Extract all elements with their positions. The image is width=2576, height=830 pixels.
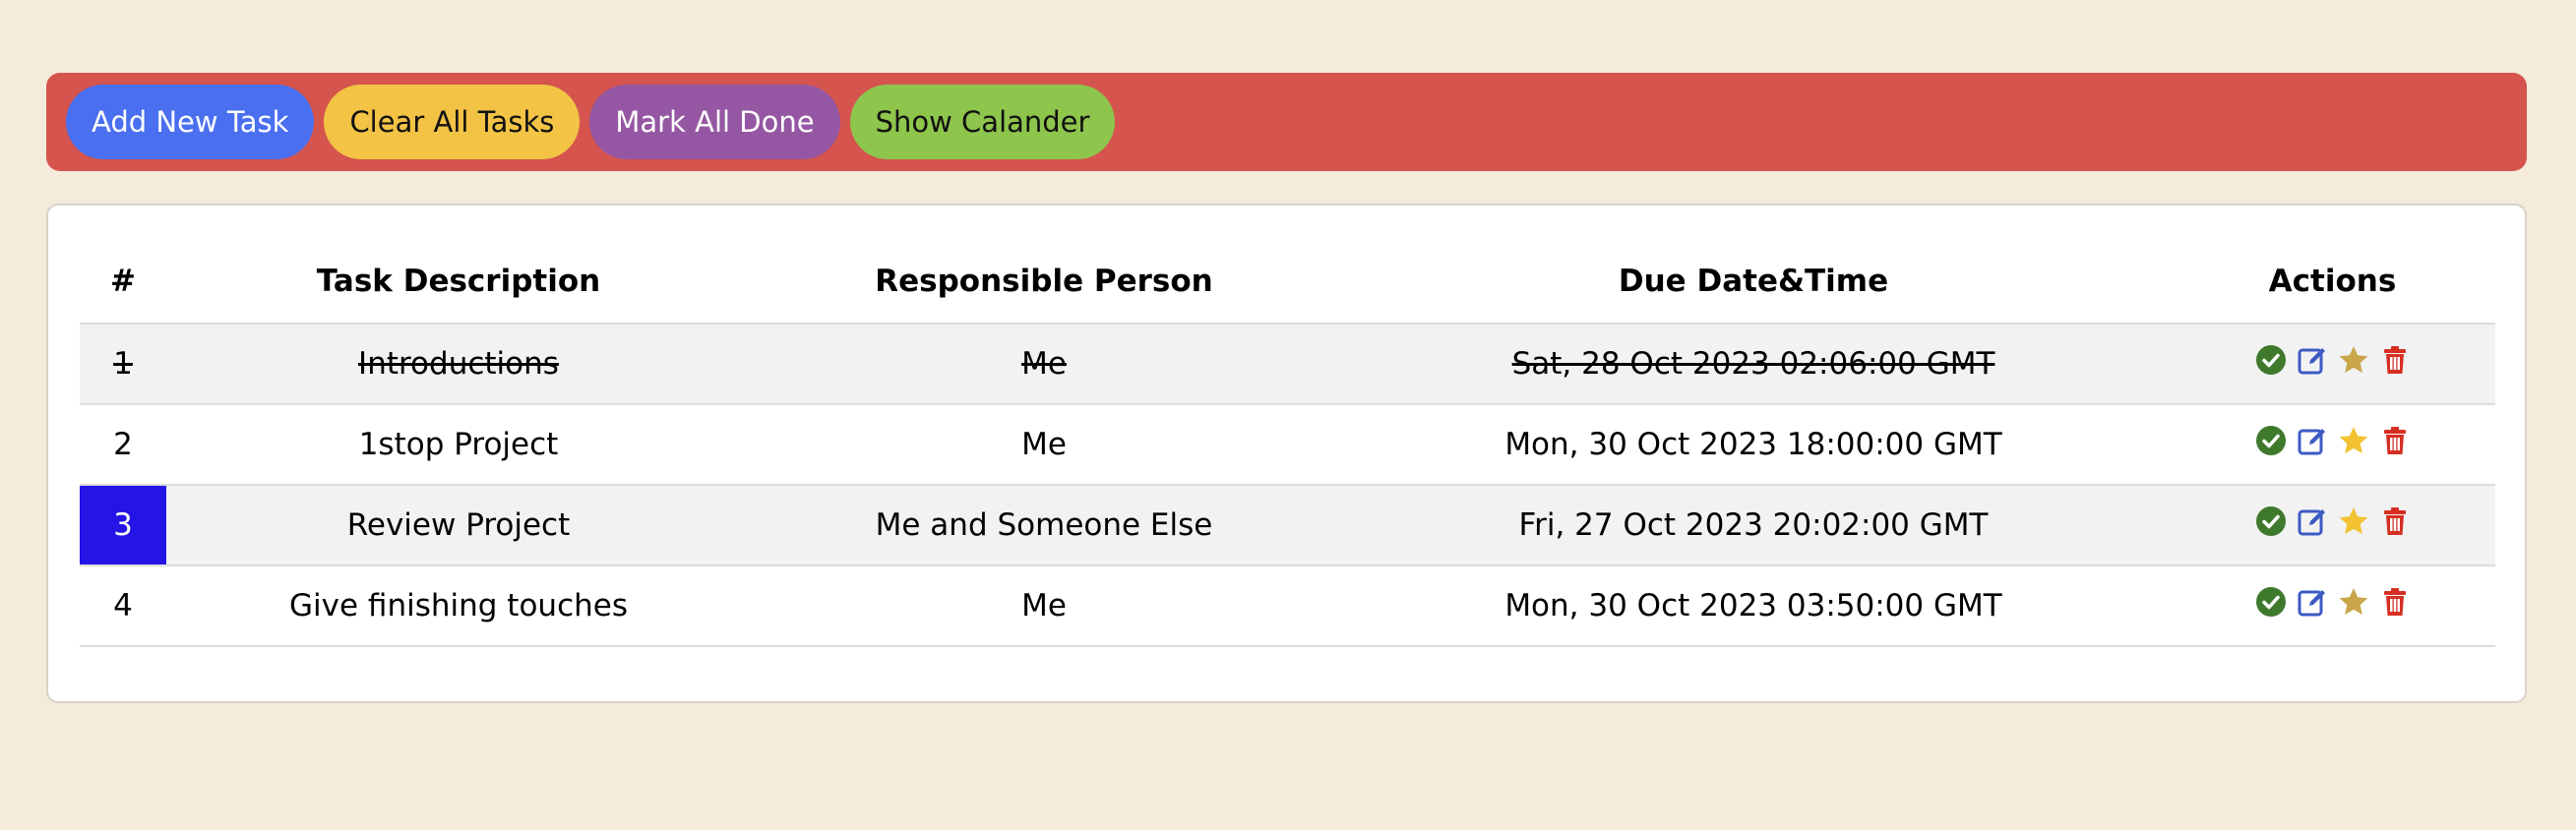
action-icons xyxy=(2255,425,2411,456)
trash-icon[interactable] xyxy=(2379,344,2411,376)
row-actions xyxy=(2170,324,2495,405)
star-icon[interactable] xyxy=(2338,425,2369,456)
task-panel: # Task Description Responsible Person Du… xyxy=(46,204,2527,703)
row-number: 2 xyxy=(80,404,166,486)
clear-all-tasks-button[interactable]: Clear All Tasks xyxy=(324,85,581,159)
row-number: 3 xyxy=(80,485,166,566)
header-task-description: Task Description xyxy=(166,239,751,325)
trash-icon[interactable] xyxy=(2379,425,2411,456)
star-icon[interactable] xyxy=(2338,344,2369,376)
header-responsible-person: Responsible Person xyxy=(751,239,1337,325)
row-actions xyxy=(2170,404,2495,486)
responsible-person: Me and Someone Else xyxy=(751,485,1337,566)
edit-icon[interactable] xyxy=(2297,344,2328,376)
trash-icon[interactable] xyxy=(2379,586,2411,618)
table-header-row: # Task Description Responsible Person Du… xyxy=(80,239,2495,325)
action-icons xyxy=(2255,586,2411,618)
task-description: Introductions xyxy=(166,324,751,405)
edit-icon[interactable] xyxy=(2297,505,2328,537)
star-icon[interactable] xyxy=(2338,505,2369,537)
check-circle-icon[interactable] xyxy=(2255,344,2287,376)
task-list: 1 Introductions Me Sat, 28 Oct 2023 02:06:0… xyxy=(80,324,2495,647)
add-new-task-button[interactable]: Add New Task xyxy=(66,85,315,159)
task-table: # Task Description Responsible Person Du… xyxy=(80,239,2495,647)
due-date-time: Mon, 30 Oct 2023 18:00:00 GMT xyxy=(1337,404,2170,486)
due-date-time: Fri, 27 Oct 2023 20:02:00 GMT xyxy=(1337,485,2170,566)
star-icon[interactable] xyxy=(2338,586,2369,618)
check-circle-icon[interactable] xyxy=(2255,505,2287,537)
check-circle-icon[interactable] xyxy=(2255,425,2287,456)
header-number: # xyxy=(80,239,166,325)
task-description: 1stop Project xyxy=(166,404,751,486)
mark-all-done-button[interactable]: Mark All Done xyxy=(589,85,840,159)
edit-icon[interactable] xyxy=(2297,586,2328,618)
row-actions xyxy=(2170,565,2495,647)
header-actions: Actions xyxy=(2170,239,2495,325)
edit-icon[interactable] xyxy=(2297,425,2328,456)
action-icons xyxy=(2255,505,2411,537)
header-due-date: Due Date&Time xyxy=(1337,239,2170,325)
due-date-time: Sat, 28 Oct 2023 02:06:00 GMT xyxy=(1337,324,2170,405)
table-row: 4 Give finishing touches Me Mon, 30 Oct 202… xyxy=(80,565,2495,647)
task-description: Review Project xyxy=(166,485,751,566)
show-calendar-button[interactable]: Show Calander xyxy=(849,85,1116,159)
responsible-person: Me xyxy=(751,404,1337,486)
row-number: 4 xyxy=(80,565,166,647)
action-icons xyxy=(2255,344,2411,376)
responsible-person: Me xyxy=(751,324,1337,405)
table-row: 2 1stop Project Me Mon, 30 Oct 2023 18:00:0… xyxy=(80,404,2495,486)
toolbar: Add New Task Clear All Tasks Mark All Do… xyxy=(46,73,2527,171)
table-row: 3 Review Project Me and Someone Else Fri, 2… xyxy=(80,485,2495,566)
task-description: Give finishing touches xyxy=(166,565,751,647)
check-circle-icon[interactable] xyxy=(2255,586,2287,618)
due-date-time: Mon, 30 Oct 2023 03:50:00 GMT xyxy=(1337,565,2170,647)
row-number: 1 xyxy=(80,324,166,405)
row-actions xyxy=(2170,485,2495,566)
trash-icon[interactable] xyxy=(2379,505,2411,537)
responsible-person: Me xyxy=(751,565,1337,647)
table-row: 1 Introductions Me Sat, 28 Oct 2023 02:06:0… xyxy=(80,324,2495,405)
